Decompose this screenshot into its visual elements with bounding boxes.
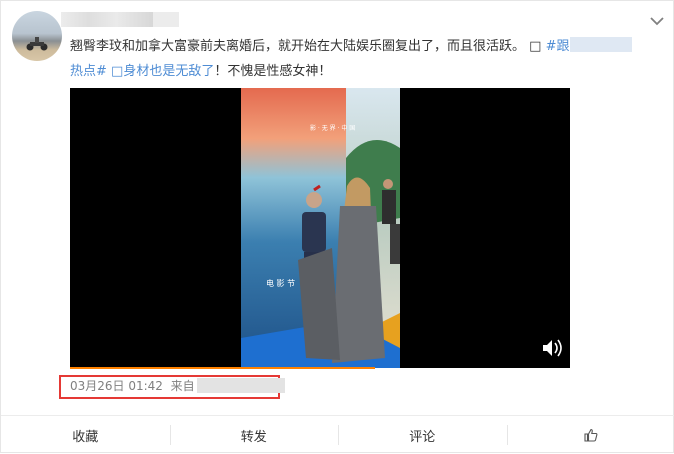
video-link-title[interactable]: 身材也是无敌了: [123, 64, 214, 79]
action-bar: 收藏 转发 评论: [1, 416, 674, 454]
weibo-post-card: 翘臀李玟和加拿大富豪前夫离婚后，就开始在大陆娱乐圈复出了，而且很活跃。 □ #跟…: [0, 0, 674, 453]
video-progress-bar[interactable]: [70, 367, 375, 369]
chevron-down-icon[interactable]: [649, 15, 665, 27]
grey-gown: [332, 206, 385, 363]
video-player[interactable]: 影 · 无 界 · 中 国 电 影 节: [70, 88, 570, 368]
video-icon-glyph: □: [529, 39, 541, 54]
video-link-icon-glyph[interactable]: □: [111, 64, 123, 79]
comment-button[interactable]: 评论: [338, 416, 507, 454]
hashtag-link-end[interactable]: 热点#: [70, 64, 107, 79]
person-left-body: [302, 212, 326, 252]
repost-label: 转发: [241, 426, 267, 445]
favorite-button[interactable]: 收藏: [1, 416, 170, 454]
person-left-head: [306, 192, 322, 208]
motorcycle-figure: [25, 37, 49, 51]
bg-person-legs: [390, 224, 400, 264]
post-meta: 03月26日 01:42 来自: [70, 378, 285, 394]
bg-person-body: [382, 190, 396, 224]
favorite-label: 收藏: [72, 426, 98, 445]
post-time[interactable]: 03月26日 01:42: [70, 379, 163, 393]
post-text-line-1: 翘臀李玟和加拿大富豪前夫离婚后，就开始在大陆娱乐圈复出了，而且很活跃。 □ #跟: [70, 37, 632, 56]
poster-text-bottom: 电 影 节: [266, 278, 295, 288]
username-blurred[interactable]: [61, 12, 153, 27]
source-label: 来自: [171, 379, 195, 393]
repost-button[interactable]: 转发: [170, 416, 339, 454]
bg-person-head: [383, 179, 393, 189]
video-frame: 影 · 无 界 · 中 国 电 影 节: [70, 88, 570, 368]
post-text-main: 翘臀李玟和加拿大富豪前夫离婚后，就开始在大陆娱乐圈复出了，而且很活跃。: [70, 39, 525, 54]
poster-text-top: 影 · 无 界 · 中 国: [310, 124, 355, 132]
hashtag-link-start[interactable]: #跟: [546, 39, 570, 54]
username-blurred-tail: [153, 12, 179, 27]
like-button[interactable]: [507, 416, 674, 454]
source-blurred: [197, 378, 285, 393]
post-text-exclaim: ！不愧是性感女神！: [214, 64, 331, 79]
thumbs-up-icon: [584, 428, 598, 442]
post-text-line-2: 热点# □身材也是无敌了！不愧是性感女神！: [70, 63, 331, 81]
hashtag-blurred: [570, 37, 632, 52]
avatar[interactable]: [12, 11, 62, 61]
volume-icon[interactable]: [543, 340, 561, 356]
comment-label: 评论: [409, 426, 435, 445]
